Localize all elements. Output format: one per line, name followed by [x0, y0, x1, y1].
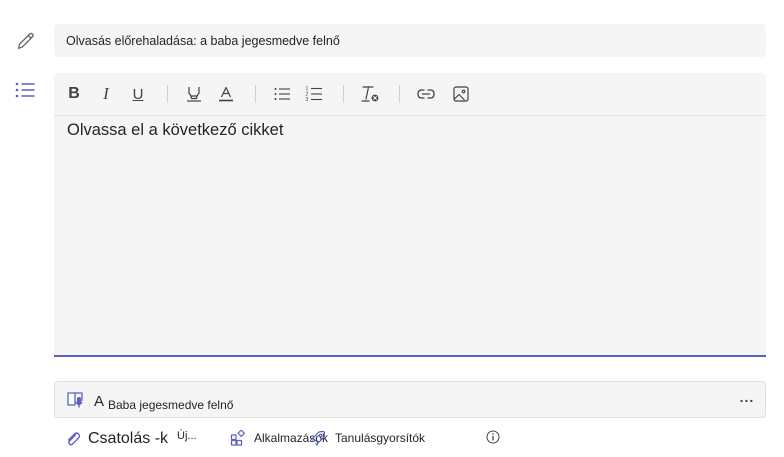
italic-label: I — [103, 84, 109, 103]
font-color-icon[interactable] — [214, 82, 238, 106]
more-options-label: ... — [739, 389, 755, 405]
toolbar-separator — [399, 85, 400, 103]
list-icon — [13, 78, 37, 102]
pencil-icon — [14, 29, 38, 53]
highlight-icon[interactable] — [182, 82, 206, 106]
bullet-list-icon[interactable] — [270, 82, 294, 106]
bold-button[interactable]: B — [62, 82, 86, 106]
link-icon[interactable] — [414, 82, 438, 106]
italic-button[interactable]: I — [94, 82, 118, 106]
paperclip-icon[interactable] — [64, 430, 82, 448]
toolbar-separator — [255, 85, 256, 103]
bold-label: B — [68, 85, 80, 102]
editor-toolbar: B I U 1 2 3 — [54, 73, 766, 116]
clear-formatting-icon[interactable] — [358, 82, 382, 106]
attach-button[interactable]: Csatolás -k — [88, 430, 168, 448]
apps-icon[interactable] — [229, 429, 247, 447]
toolbar-separator — [167, 85, 168, 103]
toolbar-separator — [343, 85, 344, 103]
rocket-icon[interactable] — [309, 429, 327, 447]
reading-progress-card[interactable]: A Baba jegesmedve felnő ... — [54, 381, 766, 418]
info-icon[interactable] — [485, 429, 501, 445]
reading-progress-icon — [66, 389, 86, 409]
more-options-button[interactable]: ... — [735, 389, 759, 410]
learning-accelerators-button[interactable]: Tanulásgyorsítók — [335, 431, 425, 445]
numbered-list-icon[interactable]: 1 2 3 — [302, 82, 326, 106]
title-input[interactable]: Olvasás előrehaladása: a baba jegesmedve… — [54, 24, 766, 57]
reference-prefix: A — [94, 393, 105, 410]
underline-label: U — [132, 85, 144, 103]
title-text: Olvasás előrehaladása: a baba jegesmedve… — [66, 33, 340, 48]
new-button[interactable]: Új... — [177, 430, 197, 442]
editor-content[interactable]: Olvassa el a következő cikket — [67, 121, 283, 140]
underline-button[interactable]: U — [126, 82, 150, 106]
svg-text:3: 3 — [306, 97, 309, 103]
image-icon[interactable] — [449, 82, 473, 106]
reference-name: Baba jegesmedve felnő — [108, 398, 234, 412]
instructions-editor[interactable]: B I U 1 2 3 Olvassa el a következő cikke… — [54, 73, 766, 357]
